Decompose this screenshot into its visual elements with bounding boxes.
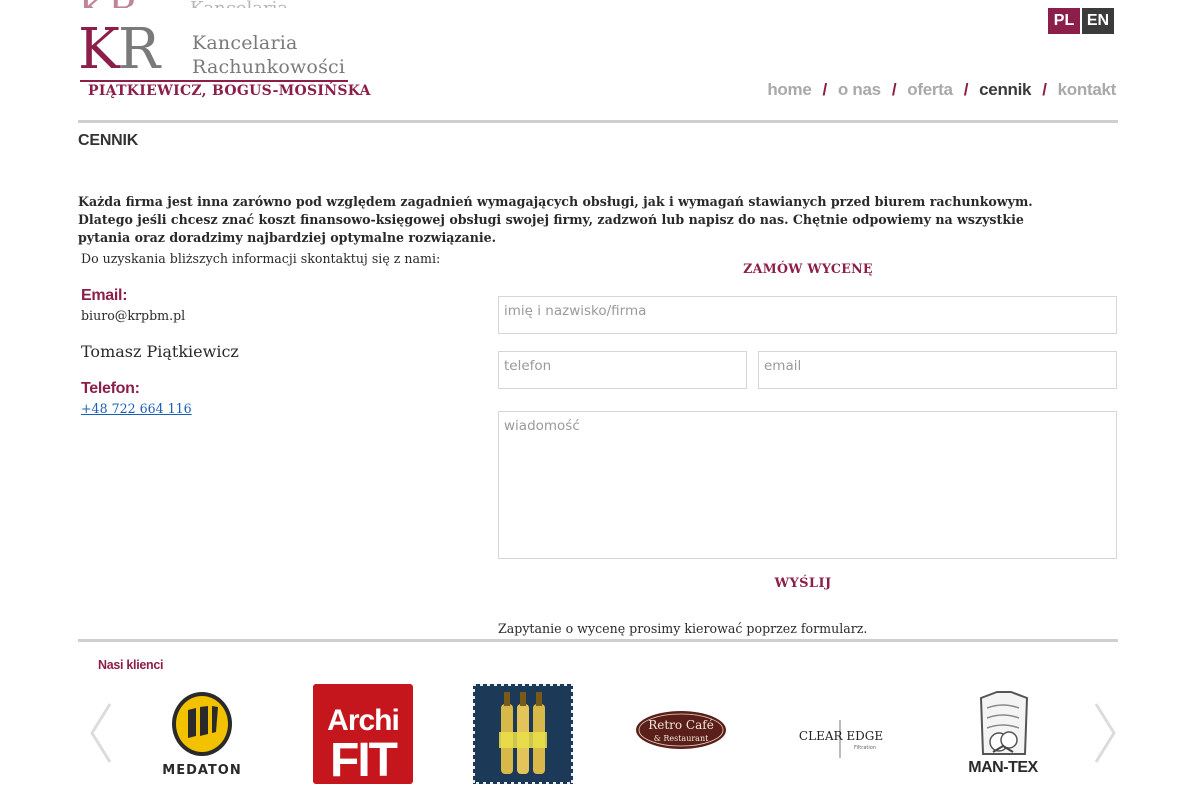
client-archifit-text-2: FIT — [330, 734, 398, 784]
email-label: Email: — [81, 287, 128, 304]
language-switcher: PL EN — [1048, 8, 1114, 34]
ghost-logo-mark: KR — [78, 0, 138, 8]
client-logo-beer[interactable] — [473, 684, 573, 784]
clients-title: Nasi klienci — [98, 658, 164, 672]
logo-rule — [80, 80, 348, 82]
client-clearedge-text-1: CLEAR EDGE — [799, 729, 883, 743]
svg-text:K: K — [78, 17, 121, 76]
main-nav: home / o nas / oferta / cennik / kontakt — [767, 80, 1116, 100]
logo-line-2: Rachunkowości — [192, 56, 346, 78]
site-logo[interactable]: K R Kancelaria Rachunkowości PIĄTKIEWICZ… — [78, 14, 371, 102]
lang-en-button[interactable]: EN — [1082, 8, 1114, 34]
phone-label: Telefon: — [81, 380, 140, 397]
client-retro-text-1: Retro Café — [648, 718, 714, 732]
lang-pl-button[interactable]: PL — [1048, 8, 1080, 34]
client-retro-text-2: & Restaurant — [654, 734, 709, 743]
chevron-right-icon[interactable] — [1092, 700, 1120, 766]
nav-item-o-nas[interactable]: o nas — [838, 80, 881, 100]
email-value: biuro@krpbm.pl — [81, 308, 186, 323]
form-note: Zapytanie o wycenę prosimy kierować popr… — [498, 621, 868, 636]
chevron-left-icon[interactable] — [86, 700, 114, 766]
client-man-tex-text: MAN-TEX — [968, 759, 1038, 776]
email-input[interactable]: email — [758, 351, 1117, 389]
client-medaton-text: MEDATON — [162, 763, 241, 778]
logo-kr-monogram: K R — [78, 17, 162, 76]
name-input[interactable]: imię i nazwisko/firma — [498, 296, 1117, 334]
nav-item-oferta[interactable]: oferta — [907, 80, 953, 100]
nav-separator: / — [1042, 80, 1047, 99]
header-divider — [78, 120, 1118, 123]
contact-lead: Do uzyskania bliższych informacji skonta… — [81, 251, 441, 266]
client-logo-man-tex[interactable]: MAN-TEX — [953, 684, 1053, 784]
nav-separator: / — [963, 80, 969, 99]
nav-item-home[interactable]: home — [767, 80, 811, 100]
intro-paragraph: Każda firma jest inna zarówno pod względ… — [78, 194, 1033, 245]
client-clearedge-text-2: Filtration — [854, 745, 876, 751]
ghost-logo: KR Kancelaria — [78, 0, 308, 8]
ghost-logo-text: Kancelaria — [190, 0, 288, 8]
phone-input[interactable]: telefon — [498, 351, 747, 389]
svg-text:R: R — [118, 17, 162, 76]
send-button[interactable]: WYŚLIJ — [498, 576, 1108, 591]
nav-separator: / — [822, 80, 827, 99]
nav-item-cennik[interactable]: cennik — [979, 80, 1031, 100]
client-logo-archifit[interactable]: Archi FIT — [313, 684, 413, 784]
nav-item-kontakt[interactable]: kontakt — [1058, 80, 1117, 100]
logo-line-1: Kancelaria — [192, 32, 298, 54]
message-textarea[interactable]: wiadomość — [498, 411, 1117, 559]
quote-form-title: ZAMÓW WYCENĘ — [743, 261, 873, 276]
client-logo-clearedge[interactable]: CLEAR EDGE Filtration — [793, 684, 893, 784]
client-logo-medaton[interactable]: MEDATON — [152, 684, 252, 784]
page-title: CENNIK — [78, 132, 139, 149]
client-archifit-text-1: Archi — [327, 704, 399, 737]
logo-line-3: PIĄTKIEWICZ, BOGUS-MOSIŃSKA — [88, 83, 371, 99]
phone-link[interactable]: +48 722 664 116 — [81, 401, 192, 416]
footer-divider — [78, 639, 1118, 642]
contact-person: Tomasz Piątkiewicz — [81, 342, 239, 361]
client-logo-retro-cafe[interactable]: Retro Café & Restaurant — [633, 684, 733, 784]
nav-separator: / — [891, 80, 897, 99]
